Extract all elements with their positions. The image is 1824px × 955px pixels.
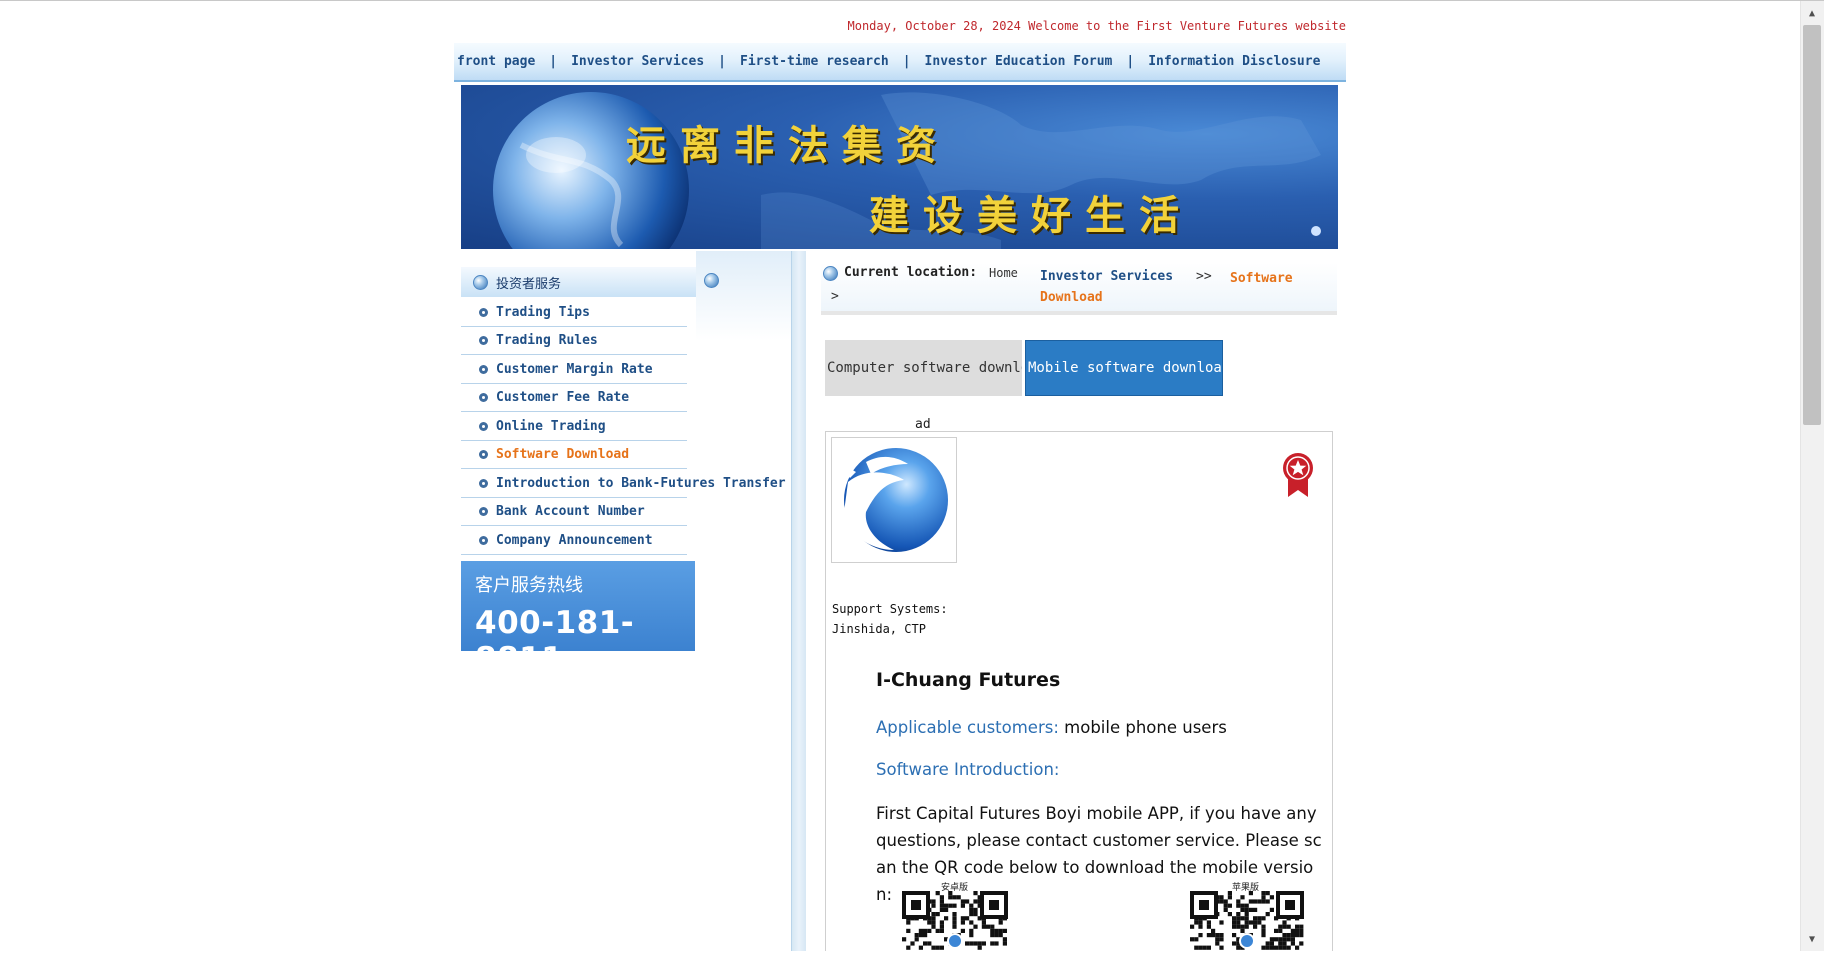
sidebar-item-label: Introduction to Bank-Futures Transfer (496, 475, 786, 491)
support-systems-label: Support Systems: (832, 602, 948, 616)
qr-code-ios[interactable] (1190, 891, 1304, 955)
scrollbar-thumb[interactable] (1803, 25, 1821, 425)
bullet-icon (479, 336, 488, 346)
applicable-customers-label: Applicable customers: (876, 718, 1059, 737)
breadcrumb-label: Current location: (844, 265, 978, 280)
hotline-title: 客户服务热线 (475, 575, 583, 596)
sidebar-item-label: Customer Margin Rate (496, 361, 653, 377)
date-welcome-text: Monday, October 28, 2024 Welcome to the … (847, 19, 1347, 33)
nav-separator: | (1126, 54, 1135, 69)
sidebar-item-trading-tips[interactable]: Trading Tips (461, 298, 791, 327)
nav-first-time-research[interactable]: First-time research (740, 54, 889, 69)
globe-icon (823, 266, 838, 281)
breadcrumb-trailing-arrow: > (831, 289, 839, 304)
nav-separator: | (718, 54, 726, 69)
sidebar-item-bank-account-number[interactable]: Bank Account Number (461, 498, 791, 527)
support-systems: Support Systems: Jinshida, CTP (832, 599, 948, 639)
qr-code-android[interactable] (902, 891, 1008, 955)
nav-separator: | (549, 54, 558, 69)
support-systems-value: Jinshida, CTP (832, 622, 926, 636)
nav-investor-education-forum[interactable]: Investor Education Forum (925, 54, 1113, 69)
tab-computer-software[interactable]: Computer software downlo (825, 340, 1022, 396)
breadcrumb-home[interactable]: Home (989, 266, 1018, 280)
sidebar-item-company-announcement[interactable]: Company Announcement (461, 526, 791, 555)
nav-separator: | (902, 54, 911, 69)
applicable-customers: Applicable customers: mobile phone users (876, 718, 1227, 737)
sidebar-item-trading-rules[interactable]: Trading Rules (461, 327, 791, 356)
globe-icon (704, 273, 719, 288)
sidebar-item-bank-futures-transfer[interactable]: Introduction to Bank-Futures Transfer (461, 469, 791, 498)
nav-investor-services[interactable]: Investor Services (571, 54, 704, 69)
main-nav: front page | Investor Services | First-t… (454, 43, 1346, 82)
hotline-banner[interactable]: 客户服务热线 400-181-8811 (461, 561, 695, 677)
bullet-icon (479, 507, 488, 517)
slide-dot-icon (1311, 226, 1321, 236)
scroll-down-arrow-icon[interactable]: ▼ (1800, 929, 1824, 949)
bullet-icon (479, 364, 488, 374)
sidebar-title-text: 投资者服务 (496, 276, 562, 292)
award-ribbon-icon (1282, 452, 1314, 502)
bullet-icon (479, 450, 488, 460)
sidebar-item-customer-fee-rate[interactable]: Customer Fee Rate (461, 384, 791, 413)
column-divider (791, 251, 806, 951)
logo-globe-icon (842, 448, 948, 552)
globe-icon (473, 274, 488, 290)
software-intro-label: Software Introduction: (876, 760, 1060, 779)
breadcrumb: Current location: Home Investor Services… (821, 263, 1337, 315)
nav-information-disclosure[interactable]: Information Disclosure (1148, 54, 1320, 69)
sidebar-item-label: Company Announcement (496, 532, 653, 548)
nav-front-page[interactable]: front page (457, 54, 535, 69)
scroll-up-arrow-icon[interactable]: ▲ (1800, 3, 1824, 23)
banner-slogan-1: 远离非法集资 (626, 122, 950, 169)
sidebar-title: 投资者服务 (461, 267, 696, 297)
bullet-icon (479, 421, 488, 431)
sidebar-item-software-download[interactable]: Software Download (461, 441, 791, 470)
sidebar-item-label: Online Trading (496, 418, 606, 434)
app-logo (831, 437, 957, 563)
sidebar-item-label: Trading Tips (496, 304, 590, 320)
sidebar-item-label: Trading Rules (496, 333, 598, 349)
hotline-number: 400-181-8811 (475, 605, 635, 677)
banner-slogan-2: 建设美好生活 (869, 192, 1193, 239)
bullet-icon (479, 393, 488, 403)
sidebar-item-label: Customer Fee Rate (496, 390, 630, 406)
hero-banner: 远离非法集资 建设美好生活 (461, 85, 1338, 249)
bullet-icon (479, 478, 488, 488)
ad-label: ad (915, 417, 931, 432)
sidebar-item-customer-margin-rate[interactable]: Customer Margin Rate (461, 355, 791, 384)
sidebar-item-label: Bank Account Number (496, 504, 645, 520)
sidebar-item-online-trading[interactable]: Online Trading (461, 412, 791, 441)
sidebar-menu: Trading Tips Trading Rules Customer Marg… (461, 298, 791, 555)
breadcrumb-current: Software Download (1040, 271, 1293, 305)
applicable-customers-value: mobile phone users (1064, 718, 1227, 737)
bullet-icon (479, 307, 488, 317)
tab-mobile-software[interactable]: Mobile software download (1025, 340, 1223, 396)
bullet-icon (479, 535, 488, 545)
app-title: I-Chuang Futures (876, 669, 1061, 691)
sidebar-item-label: Software Download (496, 447, 630, 463)
